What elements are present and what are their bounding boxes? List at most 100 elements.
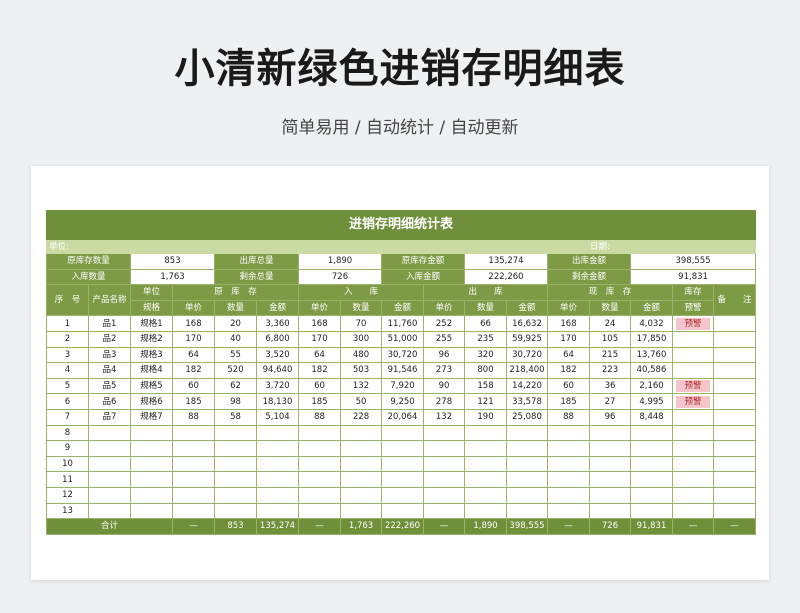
table-cell-op[interactable] xyxy=(172,502,215,520)
table-cell-spec[interactable] xyxy=(130,455,173,473)
table-cell-name[interactable] xyxy=(88,455,131,473)
table-cell-na[interactable] xyxy=(630,486,673,504)
table-cell-op[interactable]: 88 xyxy=(172,408,215,426)
table-cell-nq[interactable] xyxy=(589,440,631,457)
table-cell-seq[interactable]: 2 xyxy=(46,330,89,348)
table-cell-ia[interactable]: 9,250 xyxy=(381,393,424,410)
table-cell-seq[interactable]: 7 xyxy=(46,408,89,426)
table-cell-alert[interactable] xyxy=(672,502,714,520)
table-cell-seq[interactable]: 12 xyxy=(46,486,89,504)
table-cell-iq[interactable] xyxy=(340,455,382,473)
table-cell-seq[interactable]: 13 xyxy=(46,502,89,520)
table-cell-ip[interactable] xyxy=(298,424,341,442)
table-cell-note[interactable] xyxy=(712,424,757,442)
table-cell-np[interactable]: 185 xyxy=(547,393,590,410)
table-cell-alert[interactable]: 预警 xyxy=(672,393,714,410)
table-cell-note[interactable] xyxy=(712,502,757,520)
table-cell-nq[interactable] xyxy=(589,486,631,504)
table-cell-xp[interactable] xyxy=(423,486,465,504)
table-cell-xp[interactable]: 278 xyxy=(423,393,465,410)
table-cell-xp[interactable] xyxy=(423,502,465,520)
table-cell-xa[interactable]: 16,632 xyxy=(506,315,548,332)
table-cell-seq[interactable]: 11 xyxy=(46,471,89,488)
table-cell-oq[interactable] xyxy=(214,502,257,520)
table-cell-xa[interactable]: 14,220 xyxy=(506,377,548,395)
table-cell-np[interactable] xyxy=(547,455,590,473)
table-cell-seq[interactable]: 6 xyxy=(46,393,89,410)
table-cell-iq[interactable]: 132 xyxy=(340,377,382,395)
table-cell-op[interactable] xyxy=(172,440,215,457)
table-cell-oa[interactable]: 94,640 xyxy=(256,362,299,379)
table-cell-oa[interactable] xyxy=(256,424,299,442)
table-cell-xq[interactable]: 121 xyxy=(464,393,507,410)
table-cell-oa[interactable] xyxy=(256,455,299,473)
table-cell-nq[interactable]: 215 xyxy=(589,346,631,364)
table-cell-spec[interactable]: 规格4 xyxy=(130,362,173,379)
table-cell-xq[interactable]: 235 xyxy=(464,330,507,348)
table-cell-oq[interactable]: 62 xyxy=(214,377,257,395)
table-cell-oq[interactable] xyxy=(214,471,257,488)
table-cell-spec[interactable] xyxy=(130,486,173,504)
table-cell-ia[interactable]: 7,920 xyxy=(381,377,424,395)
table-cell-np[interactable] xyxy=(547,440,590,457)
table-cell-name[interactable]: 品2 xyxy=(88,330,131,348)
table-cell-alert[interactable]: 预警 xyxy=(672,315,714,332)
table-cell-xp[interactable] xyxy=(423,440,465,457)
table-cell-alert[interactable]: 预警 xyxy=(672,377,714,395)
table-cell-xq[interactable]: 66 xyxy=(464,315,507,332)
table-cell-name[interactable]: 品4 xyxy=(88,362,131,379)
table-cell-np[interactable]: 182 xyxy=(547,362,590,379)
table-cell-iq[interactable]: 70 xyxy=(340,315,382,332)
table-cell-seq[interactable]: 8 xyxy=(46,424,89,442)
table-cell-ip[interactable]: 168 xyxy=(298,315,341,332)
table-cell-iq[interactable] xyxy=(340,486,382,504)
table-cell-alert[interactable] xyxy=(672,486,714,504)
table-cell-note[interactable] xyxy=(712,346,757,364)
table-cell-xp[interactable]: 273 xyxy=(423,362,465,379)
table-cell-alert[interactable] xyxy=(672,330,714,348)
table-cell-xa[interactable] xyxy=(506,455,548,473)
table-cell-note[interactable] xyxy=(712,377,757,395)
table-cell-ia[interactable]: 11,760 xyxy=(381,315,424,332)
table-cell-iq[interactable]: 50 xyxy=(340,393,382,410)
table-cell-spec[interactable]: 规格2 xyxy=(130,330,173,348)
table-cell-oa[interactable]: 18,130 xyxy=(256,393,299,410)
table-cell-np[interactable]: 88 xyxy=(547,408,590,426)
table-cell-na[interactable] xyxy=(630,440,673,457)
table-cell-spec[interactable] xyxy=(130,471,173,488)
table-cell-name[interactable] xyxy=(88,424,131,442)
table-cell-oa[interactable]: 6,800 xyxy=(256,330,299,348)
table-cell-op[interactable] xyxy=(172,455,215,473)
table-cell-name[interactable] xyxy=(88,486,131,504)
table-cell-xa[interactable]: 30,720 xyxy=(506,346,548,364)
table-cell-np[interactable]: 170 xyxy=(547,330,590,348)
table-cell-nq[interactable]: 27 xyxy=(589,393,631,410)
table-cell-xa[interactable]: 218,400 xyxy=(506,362,548,379)
table-cell-xa[interactable]: 33,578 xyxy=(506,393,548,410)
table-cell-op[interactable]: 168 xyxy=(172,315,215,332)
table-cell-oa[interactable]: 5,104 xyxy=(256,408,299,426)
table-cell-note[interactable] xyxy=(712,362,757,379)
table-cell-nq[interactable] xyxy=(589,502,631,520)
table-cell-na[interactable]: 13,760 xyxy=(630,346,673,364)
table-cell-alert[interactable] xyxy=(672,424,714,442)
table-cell-oq[interactable]: 520 xyxy=(214,362,257,379)
table-cell-iq[interactable]: 480 xyxy=(340,346,382,364)
table-cell-xq[interactable] xyxy=(464,455,507,473)
table-cell-oq[interactable]: 20 xyxy=(214,315,257,332)
table-cell-xa[interactable] xyxy=(506,440,548,457)
table-cell-op[interactable] xyxy=(172,486,215,504)
table-cell-xq[interactable] xyxy=(464,440,507,457)
table-cell-ip[interactable] xyxy=(298,440,341,457)
table-cell-xq[interactable]: 190 xyxy=(464,408,507,426)
table-cell-seq[interactable]: 3 xyxy=(46,346,89,364)
table-cell-iq[interactable] xyxy=(340,471,382,488)
table-cell-oq[interactable] xyxy=(214,440,257,457)
table-cell-nq[interactable]: 105 xyxy=(589,330,631,348)
table-cell-op[interactable]: 182 xyxy=(172,362,215,379)
table-cell-alert[interactable] xyxy=(672,408,714,426)
table-cell-oa[interactable] xyxy=(256,440,299,457)
table-cell-nq[interactable]: 96 xyxy=(589,408,631,426)
table-cell-op[interactable]: 170 xyxy=(172,330,215,348)
table-cell-ia[interactable] xyxy=(381,440,424,457)
